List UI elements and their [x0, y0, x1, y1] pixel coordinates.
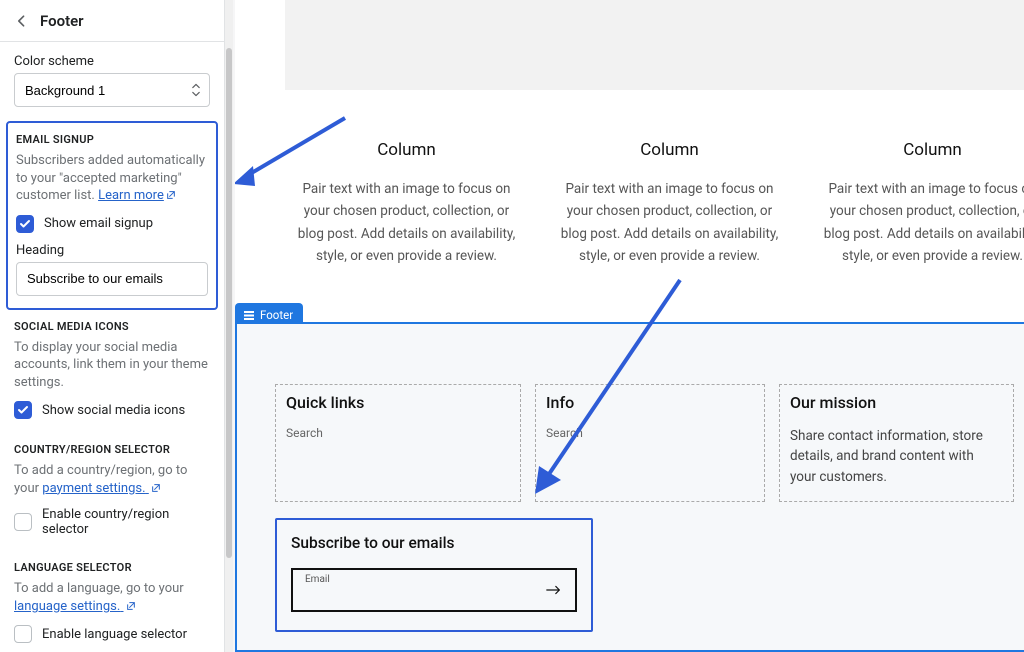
- language-selector-group: LANGUAGE SELECTOR To add a language, go …: [0, 561, 224, 652]
- multicolumn-section: Column Pair text with an image to focus …: [285, 140, 1024, 267]
- external-link-icon: [126, 601, 136, 611]
- section-icon: [243, 309, 255, 321]
- column-block[interactable]: Column Pair text with an image to focus …: [548, 140, 791, 267]
- show-social-icons-checkbox[interactable]: Show social media icons: [14, 401, 210, 419]
- language-settings-link[interactable]: language settings.: [14, 599, 136, 614]
- column-block[interactable]: Column Pair text with an image to focus …: [811, 140, 1024, 267]
- enable-language-label: Enable language selector: [42, 627, 187, 642]
- footer-link[interactable]: Search: [286, 426, 510, 440]
- social-help: To display your social media accounts, l…: [14, 339, 210, 392]
- column-heading: Column: [819, 140, 1024, 160]
- subscribe-heading: Subscribe to our emails: [291, 534, 577, 552]
- email-signup-title: EMAIL SIGNUP: [16, 133, 208, 146]
- column-text: Pair text with an image to focus on your…: [293, 178, 520, 267]
- external-link-icon: [166, 190, 176, 200]
- language-title: LANGUAGE SELECTOR: [14, 561, 210, 574]
- email-placeholder: Email: [305, 574, 330, 585]
- footer-col-title: Our mission: [790, 393, 1003, 412]
- email-input[interactable]: Email: [291, 568, 577, 612]
- sidebar-header: Footer: [0, 0, 224, 42]
- show-email-signup-checkbox[interactable]: Show email signup: [16, 215, 208, 233]
- social-media-group: SOCIAL MEDIA ICONS To display your socia…: [0, 320, 224, 444]
- column-text: Pair text with an image to focus on your…: [556, 178, 783, 267]
- heading-input[interactable]: [16, 262, 208, 296]
- country-title: COUNTRY/REGION SELECTOR: [14, 443, 210, 456]
- back-chevron-icon[interactable]: [14, 13, 30, 29]
- column-text: Pair text with an image to focus on your…: [819, 178, 1024, 267]
- column-heading: Column: [556, 140, 783, 160]
- payment-settings-link[interactable]: payment settings.: [42, 481, 161, 496]
- color-scheme-select[interactable]: Background 1: [14, 73, 210, 107]
- footer-link[interactable]: Search: [546, 426, 754, 440]
- color-scheme-label: Color scheme: [14, 54, 210, 69]
- enable-country-checkbox[interactable]: Enable country/region selector: [14, 507, 210, 537]
- footer-col-title: Info: [546, 393, 754, 412]
- enable-language-checkbox[interactable]: Enable language selector: [14, 625, 210, 643]
- country-selector-group: COUNTRY/REGION SELECTOR To add a country…: [0, 443, 224, 561]
- footer-section[interactable]: Quick links Search Info Search Our missi…: [235, 322, 1024, 652]
- enable-country-label: Enable country/region selector: [42, 507, 210, 537]
- country-help: To add a country/region, go to your paym…: [14, 462, 210, 497]
- heading-label: Heading: [16, 243, 208, 258]
- preview-canvas: Column Pair text with an image to focus …: [235, 0, 1024, 652]
- sidebar-scrollbar-thumb[interactable]: [226, 48, 232, 558]
- learn-more-link[interactable]: Learn more: [98, 188, 176, 203]
- external-link-icon: [151, 483, 161, 493]
- social-title: SOCIAL MEDIA ICONS: [14, 320, 210, 333]
- submit-arrow-icon[interactable]: [545, 584, 563, 596]
- hero-placeholder: [285, 0, 1024, 90]
- footer-column-quick-links[interactable]: Quick links Search: [275, 384, 521, 502]
- column-block[interactable]: Column Pair text with an image to focus …: [285, 140, 528, 267]
- show-social-icons-label: Show social media icons: [42, 403, 185, 418]
- language-help: To add a language, go to your language s…: [14, 580, 210, 615]
- footer-text: Share contact information, store details…: [790, 426, 1003, 487]
- sidebar-title: Footer: [40, 12, 84, 30]
- email-signup-block[interactable]: Subscribe to our emails Email: [275, 518, 593, 632]
- email-signup-help: Subscribers added automatically to your …: [16, 152, 208, 205]
- color-scheme-section: Color scheme Background 1: [0, 42, 224, 121]
- email-signup-group: EMAIL SIGNUP Subscribers added automatic…: [6, 121, 218, 310]
- column-heading: Column: [293, 140, 520, 160]
- show-email-signup-label: Show email signup: [44, 216, 153, 231]
- settings-sidebar: Footer Color scheme Background 1 EMAIL S…: [0, 0, 225, 652]
- footer-column-info[interactable]: Info Search: [535, 384, 765, 502]
- footer-column-mission[interactable]: Our mission Share contact information, s…: [779, 384, 1014, 502]
- footer-tag-label: Footer: [260, 308, 293, 322]
- footer-col-title: Quick links: [286, 393, 510, 412]
- sidebar-scrollbar[interactable]: [225, 0, 233, 652]
